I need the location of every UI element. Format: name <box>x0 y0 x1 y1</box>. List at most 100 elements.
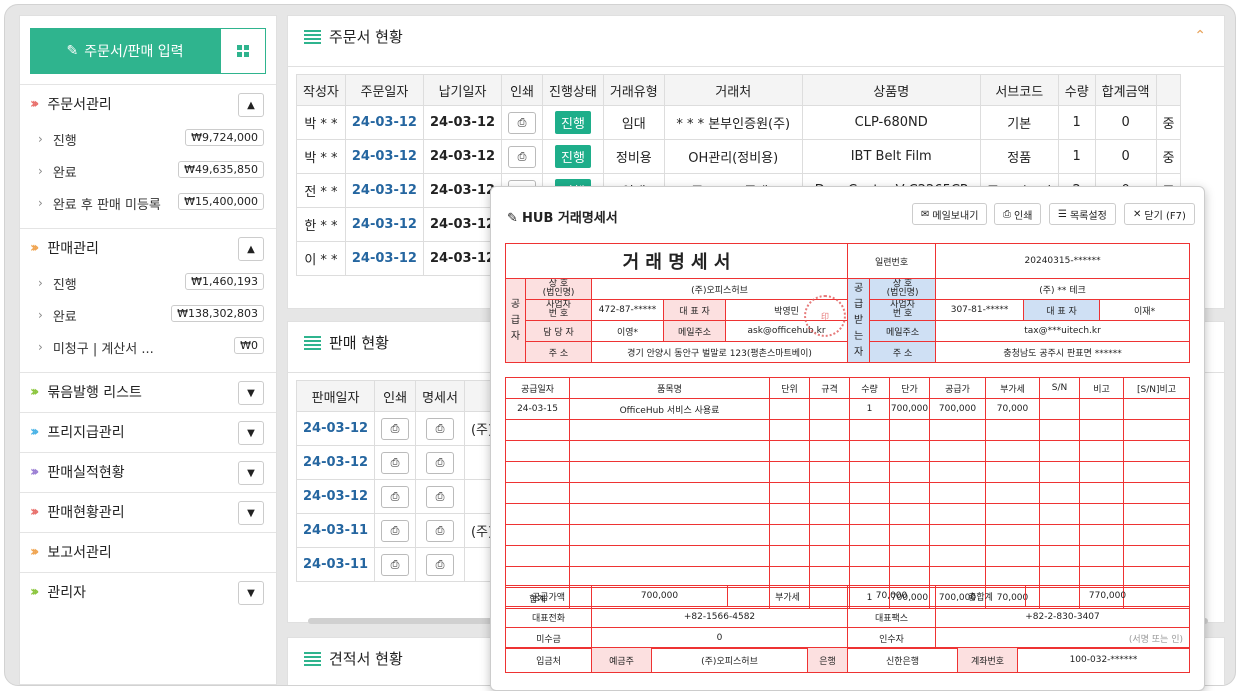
column-header[interactable]: 작성자 <box>296 74 346 106</box>
sale-date-cell[interactable]: 24-03-12 <box>295 445 376 480</box>
item-name: OfficeHub 서비스 사용료 <box>569 398 770 420</box>
column-header[interactable]: 인쇄 <box>501 74 544 106</box>
column-header[interactable]: 명세서 <box>415 380 465 412</box>
sidebar-section-header[interactable]: ››› 판매실적현황 ▼ <box>20 453 276 491</box>
sidebar-item[interactable]: › 미청구 | 계산서 ... ₩0 <box>20 331 276 363</box>
invoice-empty-row <box>505 419 1190 441</box>
order-date-cell[interactable]: 24-03-12 <box>344 173 424 208</box>
sidebar-section-header[interactable]: ››› 프리지급관리 ▼ <box>20 413 276 451</box>
rec-company-label: 상 호 (법인명) <box>869 278 937 300</box>
printer-icon[interactable]: ⎙ <box>426 519 455 542</box>
expand-icon[interactable]: ▼ <box>238 421 264 445</box>
collapse-icon[interactable]: ▲ <box>238 237 264 261</box>
rec-addr-label: 주 소 <box>869 341 937 363</box>
column-header[interactable]: 납기일자 <box>422 74 503 106</box>
sale-date-cell[interactable]: 24-03-12 <box>295 479 376 514</box>
column-header[interactable]: 상품명 <box>801 74 981 106</box>
order-input-button[interactable]: ✎ 주문서/판매 입력 <box>30 28 220 74</box>
expand-icon[interactable]: ▼ <box>238 381 264 405</box>
order-date-cell[interactable]: 24-03-12 <box>344 207 424 242</box>
expand-icon[interactable]: ▼ <box>238 461 264 485</box>
sidebar-item-label: 미청구 | 계산서 ... <box>52 341 154 357</box>
sale-date-cell[interactable]: 24-03-12 <box>295 411 376 446</box>
order-date-cell[interactable]: 24-03-12 <box>344 139 424 174</box>
vat-total: 70,000 <box>847 585 936 607</box>
sidebar-item[interactable]: › 완료 후 판매 미등록 ₩15,400,000 <box>20 187 276 219</box>
sidebar-section-header[interactable]: ››› 판매현황관리 ▼ <box>20 493 276 531</box>
printer-icon[interactable]: ⎙ <box>426 451 455 474</box>
sale-date-cell[interactable]: 24-03-11 <box>295 513 376 548</box>
printer-icon[interactable]: ⎙ <box>508 111 537 134</box>
printer-icon[interactable]: ⎙ <box>381 553 410 576</box>
printer-icon[interactable]: ⎙ <box>381 485 410 508</box>
item-date: 24-03-15 <box>505 398 570 420</box>
sale-date-cell[interactable]: 24-03-11 <box>295 547 376 582</box>
list-setting-button[interactable]: ☰ 목록설정 <box>1049 203 1116 225</box>
sidebar-section-header[interactable]: ››› 묶음발행 리스트 ▼ <box>20 373 276 411</box>
printer-icon[interactable]: ⎙ <box>381 451 410 474</box>
receiver-label: 공급받는자 <box>847 278 871 363</box>
deposit-label: 입금처 <box>505 647 592 673</box>
grid-view-button[interactable] <box>220 28 266 74</box>
column-header[interactable]: 진행상태 <box>542 74 604 106</box>
item-price: 700,000 <box>889 398 930 420</box>
sidebar-item[interactable]: › 완료 ₩138,302,803 <box>20 299 276 331</box>
sidebar-item-amount: ₩1,460,193 <box>185 273 264 290</box>
printer-icon[interactable]: ⎙ <box>426 553 455 576</box>
order-date-cell[interactable]: 24-03-12 <box>344 241 424 276</box>
due-date-cell: 24-03-12 <box>422 139 503 174</box>
print-button[interactable]: ⎙ 인쇄 <box>994 203 1042 225</box>
collapse-icon[interactable]: ▲ <box>238 93 264 117</box>
sidebar-section-label: 보고서관리 <box>47 545 112 561</box>
sidebar-item[interactable]: › 진행 ₩1,460,193 <box>20 267 276 299</box>
product-cell: CLP-680ND <box>801 105 981 140</box>
table-row[interactable]: 박 * * 24-03-12 24-03-12 ⎙ 진행 정비용 OH관리(정비용) IBT … <box>296 139 1182 174</box>
double-chevron-icon: ››› <box>30 384 40 400</box>
column-header[interactable]: 서브코드 <box>979 74 1059 106</box>
column-header[interactable]: 거래유형 <box>602 74 665 106</box>
sup-email-label: 메일주소 <box>663 320 726 342</box>
close-button[interactable]: ✕ 닫기 (F7) <box>1124 203 1195 225</box>
printer-icon[interactable]: ⎙ <box>426 485 455 508</box>
status-badge: 진행 <box>555 145 591 168</box>
sidebar-section-header[interactable]: ››› 판매관리 ▲ <box>20 229 276 267</box>
email-button[interactable]: ✉ 메일보내기 <box>912 203 988 225</box>
expand-icon[interactable]: ▼ <box>238 581 264 605</box>
column-header[interactable]: 주문일자 <box>344 74 424 106</box>
double-chevron-icon: ››› <box>30 96 40 112</box>
column-header[interactable] <box>1155 74 1182 106</box>
printer-icon[interactable]: ⎙ <box>508 145 537 168</box>
printer-icon[interactable]: ⎙ <box>381 417 410 440</box>
sidebar-item[interactable]: › 진행 ₩9,724,000 <box>20 123 276 155</box>
sidebar-section-header[interactable]: ››› 관리자 ▼ <box>20 573 276 611</box>
expand-icon[interactable]: ▼ <box>238 501 264 525</box>
fax-label: 대표팩스 <box>847 606 936 628</box>
statement-cell: ⎙ <box>415 445 465 480</box>
sidebar-section: ››› 프리지급관리 ▼ <box>20 412 276 451</box>
holder-label: 예금주 <box>591 647 652 673</box>
printer-icon[interactable]: ⎙ <box>426 417 455 440</box>
close-icon: ✕ <box>1133 208 1142 220</box>
bank: 신한은행 <box>847 647 958 673</box>
double-chevron-icon: ››› <box>30 464 40 480</box>
sidebar-section-header[interactable]: ››› 보고서관리 <box>20 533 276 571</box>
column-header[interactable]: 인쇄 <box>374 380 417 412</box>
sidebar-section-header[interactable]: ››› 주문서관리 ▲ <box>20 85 276 123</box>
collapse-icon[interactable]: ⌃ <box>1194 28 1206 44</box>
rec-addr: 충청남도 공주시 판표면 ****** <box>935 341 1191 363</box>
status-cell: 진행 <box>542 139 604 174</box>
account: 100-032-****** <box>1017 647 1190 673</box>
column-header[interactable]: 거래처 <box>663 74 803 106</box>
column-header[interactable]: 수량 <box>1057 74 1096 106</box>
sidebar-item[interactable]: › 완료 ₩49,635,850 <box>20 155 276 187</box>
chevron-right-icon: › <box>38 308 43 322</box>
printer-icon[interactable]: ⎙ <box>381 519 410 542</box>
column-header[interactable]: 합계금액 <box>1094 74 1157 106</box>
sidebar-item-amount: ₩138,302,803 <box>171 305 264 322</box>
column-header[interactable]: 판매일자 <box>295 380 376 412</box>
rec-email: tax@***uitech.kr <box>935 320 1191 342</box>
table-row[interactable]: 박 * * 24-03-12 24-03-12 ⎙ 진행 임대 * * * 본부인증원(주)… <box>296 105 1182 140</box>
double-chevron-icon: ››› <box>30 544 40 560</box>
invoice-empty-row <box>505 482 1190 504</box>
order-date-cell[interactable]: 24-03-12 <box>344 105 424 140</box>
